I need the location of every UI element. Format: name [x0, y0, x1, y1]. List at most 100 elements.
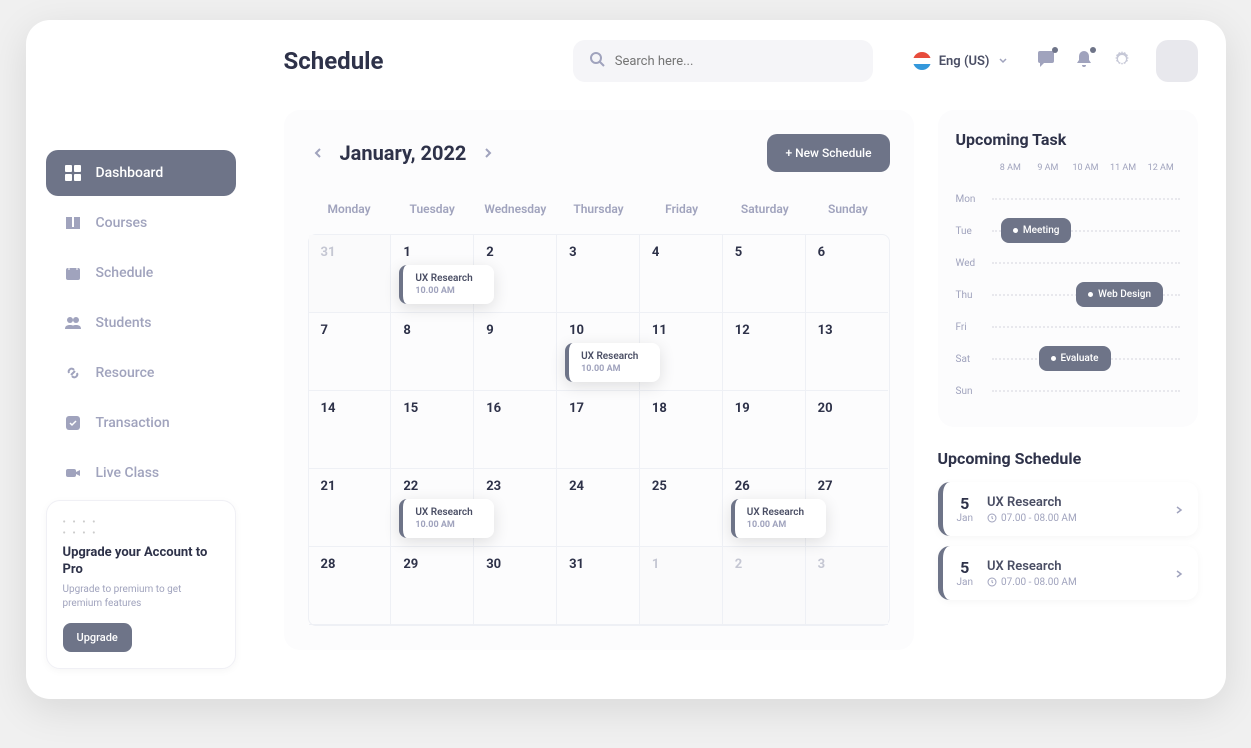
prev-month[interactable] [308, 140, 328, 167]
calendar-title: January, 2022 [340, 141, 467, 165]
weekday-label: Thursday [557, 192, 640, 226]
event-title: UX Research [581, 351, 652, 362]
avatar[interactable] [1156, 40, 1198, 82]
event-time: 10.00 AM [415, 520, 486, 530]
day-label: Mon [956, 194, 992, 205]
calendar-cell[interactable]: 3 [557, 235, 640, 313]
calendar-cell[interactable]: 26UX Research10.00 AM [723, 469, 806, 547]
calendar-cell[interactable]: 13 [806, 313, 889, 391]
messages-icon[interactable] [1036, 49, 1056, 73]
nav-students[interactable]: Students [46, 300, 236, 346]
day-label: Sat [956, 354, 992, 365]
event-card[interactable]: UX Research10.00 AM [399, 265, 494, 304]
hour-label: 10 AM [1067, 163, 1105, 173]
calendar-cell[interactable]: 22UX Research10.00 AM [391, 469, 474, 547]
weekday-label: Monday [308, 192, 391, 226]
calendar-cell[interactable]: 5 [723, 235, 806, 313]
nav-resource[interactable]: Resource [46, 350, 236, 396]
upgrade-button[interactable]: Upgrade [63, 623, 132, 652]
event-title: UX Research [747, 507, 818, 518]
nav-label: Courses [96, 215, 148, 231]
new-schedule-button[interactable]: + New Schedule [767, 134, 889, 172]
next-month[interactable] [478, 140, 498, 167]
task-row: Fri [956, 311, 1180, 343]
event-title: UX Research [415, 273, 486, 284]
task-row: Sun [956, 375, 1180, 407]
schedule-time: 07.00 - 08.00 AM [987, 577, 1174, 588]
schedule-title: UX Research [987, 495, 1174, 510]
language-label: Eng (US) [939, 54, 990, 69]
calendar-cell[interactable]: 17 [557, 391, 640, 469]
badge-dot [1090, 47, 1096, 53]
upcoming-task-panel: Upcoming Task 8 AM9 AM10 AM11 AM12 AM Mo… [938, 110, 1198, 427]
event-card[interactable]: UX Research10.00 AM [565, 343, 660, 382]
calendar-cell[interactable]: 1 [640, 547, 723, 625]
upgrade-title: Upgrade your Account to Pro [63, 545, 219, 579]
date-num: 5 [957, 494, 973, 513]
calendar-cell[interactable]: 29 [391, 547, 474, 625]
nav-transaction[interactable]: Transaction [46, 400, 236, 446]
calendar-cell[interactable]: 30 [474, 547, 557, 625]
upgrade-subtitle: Upgrade to premium to get premium featur… [63, 583, 219, 611]
calendar-cell[interactable]: 28 [309, 547, 392, 625]
top-bar: Schedule Eng (US) [284, 40, 1198, 82]
schedule-item[interactable]: 5JanUX Research 07.00 - 08.00 AM [938, 482, 1198, 536]
calendar-cell[interactable]: 15 [391, 391, 474, 469]
upgrade-card: • • • •• • • • Upgrade your Account to P… [46, 500, 236, 669]
nav-label: Schedule [96, 265, 154, 281]
calendar-cell[interactable]: 10UX Research10.00 AM [557, 313, 640, 391]
calendar-cell[interactable]: 24 [557, 469, 640, 547]
day-label: Tue [956, 226, 992, 237]
language-selector[interactable]: Eng (US) [913, 52, 1008, 70]
calendar-panel: January, 2022 + New Schedule MondayTuesd… [284, 110, 914, 650]
calendar-cell[interactable]: 20 [806, 391, 889, 469]
flag-icon [913, 52, 931, 70]
day-label: Wed [956, 258, 992, 269]
calendar-cell[interactable]: 18 [640, 391, 723, 469]
calendar-cell[interactable]: 2 [723, 547, 806, 625]
calendar-cell[interactable]: 31 [309, 235, 392, 313]
task-chip[interactable]: Meeting [1001, 218, 1072, 243]
gear-icon[interactable] [1112, 49, 1132, 73]
calendar-cell[interactable]: 16 [474, 391, 557, 469]
calendar-cell[interactable]: 9 [474, 313, 557, 391]
nav-courses[interactable]: Courses [46, 200, 236, 246]
calendar-cell[interactable]: 8 [391, 313, 474, 391]
calendar-cell[interactable]: 3 [806, 547, 889, 625]
sidebar-nav: Dashboard Courses Schedule Students [46, 150, 236, 500]
search-input[interactable] [615, 54, 857, 69]
event-card[interactable]: UX Research10.00 AM [399, 499, 494, 538]
calendar-cell[interactable]: 19 [723, 391, 806, 469]
transaction-icon [64, 414, 82, 432]
task-row: Tue Meeting [956, 215, 1180, 247]
nav-label: Transaction [96, 415, 170, 431]
calendar-cell[interactable]: 1UX Research10.00 AM [391, 235, 474, 313]
calendar-cell[interactable]: 12 [723, 313, 806, 391]
calendar-cell[interactable]: 31 [557, 547, 640, 625]
calendar-cell[interactable]: 21 [309, 469, 392, 547]
nav-schedule[interactable]: Schedule [46, 250, 236, 296]
calendar-cell[interactable]: 6 [806, 235, 889, 313]
bell-icon[interactable] [1074, 49, 1094, 73]
weekday-label: Friday [640, 192, 723, 226]
calendar-cell[interactable]: 4 [640, 235, 723, 313]
calendar-cell[interactable]: 7 [309, 313, 392, 391]
task-chip[interactable]: Web Design [1076, 282, 1163, 307]
event-time: 10.00 AM [747, 520, 818, 530]
weekday-label: Tuesday [391, 192, 474, 226]
weekday-label: Wednesday [474, 192, 557, 226]
dots-icon: • • • •• • • • [63, 517, 219, 539]
nav-dashboard[interactable]: Dashboard [46, 150, 236, 196]
chevron-right-icon [1174, 500, 1184, 519]
nav-liveclass[interactable]: Live Class [46, 450, 236, 496]
hour-label: 9 AM [1029, 163, 1067, 173]
calendar-cell[interactable]: 14 [309, 391, 392, 469]
search-box[interactable] [573, 40, 873, 82]
chevron-right-icon [1174, 564, 1184, 583]
calendar-cell[interactable]: 25 [640, 469, 723, 547]
dashboard-icon [64, 164, 82, 182]
schedule-item[interactable]: 5JanUX Research 07.00 - 08.00 AM [938, 546, 1198, 600]
hour-label: 12 AM [1142, 163, 1180, 173]
event-card[interactable]: UX Research 10.00 AM [731, 499, 826, 538]
task-chip[interactable]: Evaluate [1039, 346, 1111, 371]
